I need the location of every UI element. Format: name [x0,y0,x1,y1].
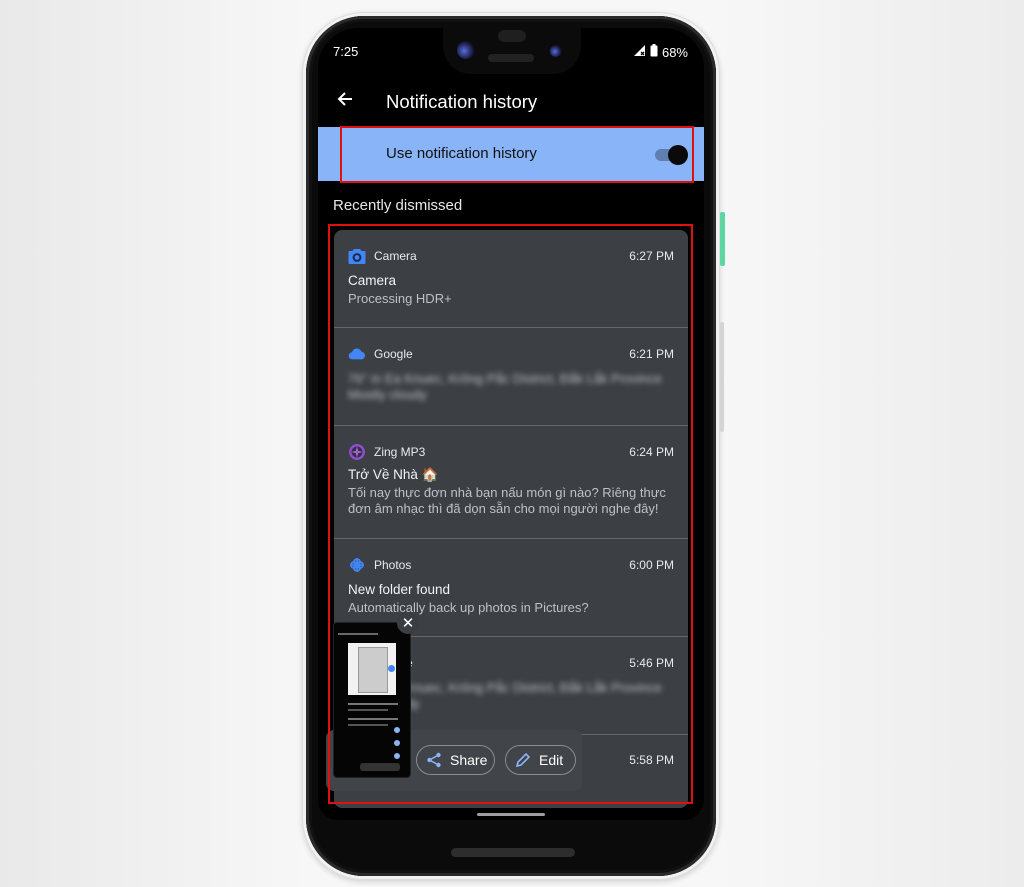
notification-item-camera[interactable]: Camera 6:27 PM Camera Processing HDR+ [334,230,688,328]
cloud-icon [348,345,366,363]
notification-time: 6:21 PM [629,347,674,361]
thumb-line [348,709,388,711]
zing-disc-icon [348,443,366,461]
thumb-toggle [394,727,400,733]
use-notification-history-label: Use notification history [386,145,537,162]
notification-time: 5:46 PM [629,656,674,670]
section-title-recently-dismissed: Recently dismissed [333,197,463,214]
battery-percent: 68% [661,44,688,60]
thumb-toggle [394,753,400,759]
close-icon: ✕ [401,615,415,632]
notification-app-name: Photos [374,558,412,572]
volume-button [720,322,724,432]
thumb-action-bar [360,763,400,771]
notification-app-name: Zing MP3 [374,445,426,459]
earpiece-sensor [498,30,526,42]
pinwheel-icon [348,556,366,574]
power-button [720,212,725,266]
share-button[interactable]: Share [416,745,495,775]
notification-text: Tối nay thực đơn nhà bạn nấu món gì nào?… [348,485,666,516]
front-camera-secondary [550,45,562,57]
notification-title: New folder found [348,582,451,597]
notification-title: Trở Về Nhà 🏠 [348,467,439,482]
share-icon [426,752,442,768]
earpiece-speaker [488,54,534,62]
page-title: Notification history [386,91,538,112]
gesture-nav-handle[interactable] [477,813,545,816]
notification-time: 6:24 PM [629,445,674,459]
bottom-speaker-grille [451,848,575,857]
pencil-icon [515,752,531,768]
share-label: Share [450,752,488,768]
back-button[interactable] [332,88,358,114]
edit-button[interactable]: Edit [505,745,576,775]
signal-no-data-icon [633,44,646,60]
thumb-toggle [394,740,400,746]
notification-app-name: Camera [374,249,417,263]
front-camera-main [457,41,475,59]
edit-label: Edit [539,752,564,768]
app-bar: Notification history [318,82,704,122]
toggle-thumb [668,145,688,165]
notification-item-zing-mp3[interactable]: Zing MP3 6:24 PM Trở Về Nhà 🏠 Tối nay th… [334,426,688,539]
status-time: 7:25 [333,44,359,59]
use-notification-history-toggle[interactable] [655,144,689,165]
notification-app-name: Google [374,347,413,361]
notification-text: Processing HDR+ [348,291,452,306]
notification-time: 6:00 PM [629,558,674,572]
thumb-dot [388,665,395,672]
battery-icon [650,44,658,60]
arrow-left-icon [336,90,354,113]
screenshot-thumbnail[interactable] [333,622,411,778]
notification-time: 5:58 PM [629,753,674,767]
notification-text-blurred: 76° in Ea Knuec, Krông Pắc District, Đắk… [348,371,662,402]
notification-text: Automatically back up photos in Pictures… [348,600,589,615]
thumb-line [348,724,388,726]
notification-item-google[interactable]: Google 6:21 PM 76° in Ea Knuec, Krông Pắ… [334,328,688,426]
use-notification-history-row[interactable]: Use notification history [318,127,704,181]
notification-title: Camera [348,273,397,288]
notification-time: 6:27 PM [629,249,674,263]
close-screenshot-button[interactable]: ✕ [397,612,419,634]
thumb-line [348,703,398,705]
thumb-header-line [338,633,378,635]
thumb-line [348,718,398,720]
camera-icon [348,247,366,265]
